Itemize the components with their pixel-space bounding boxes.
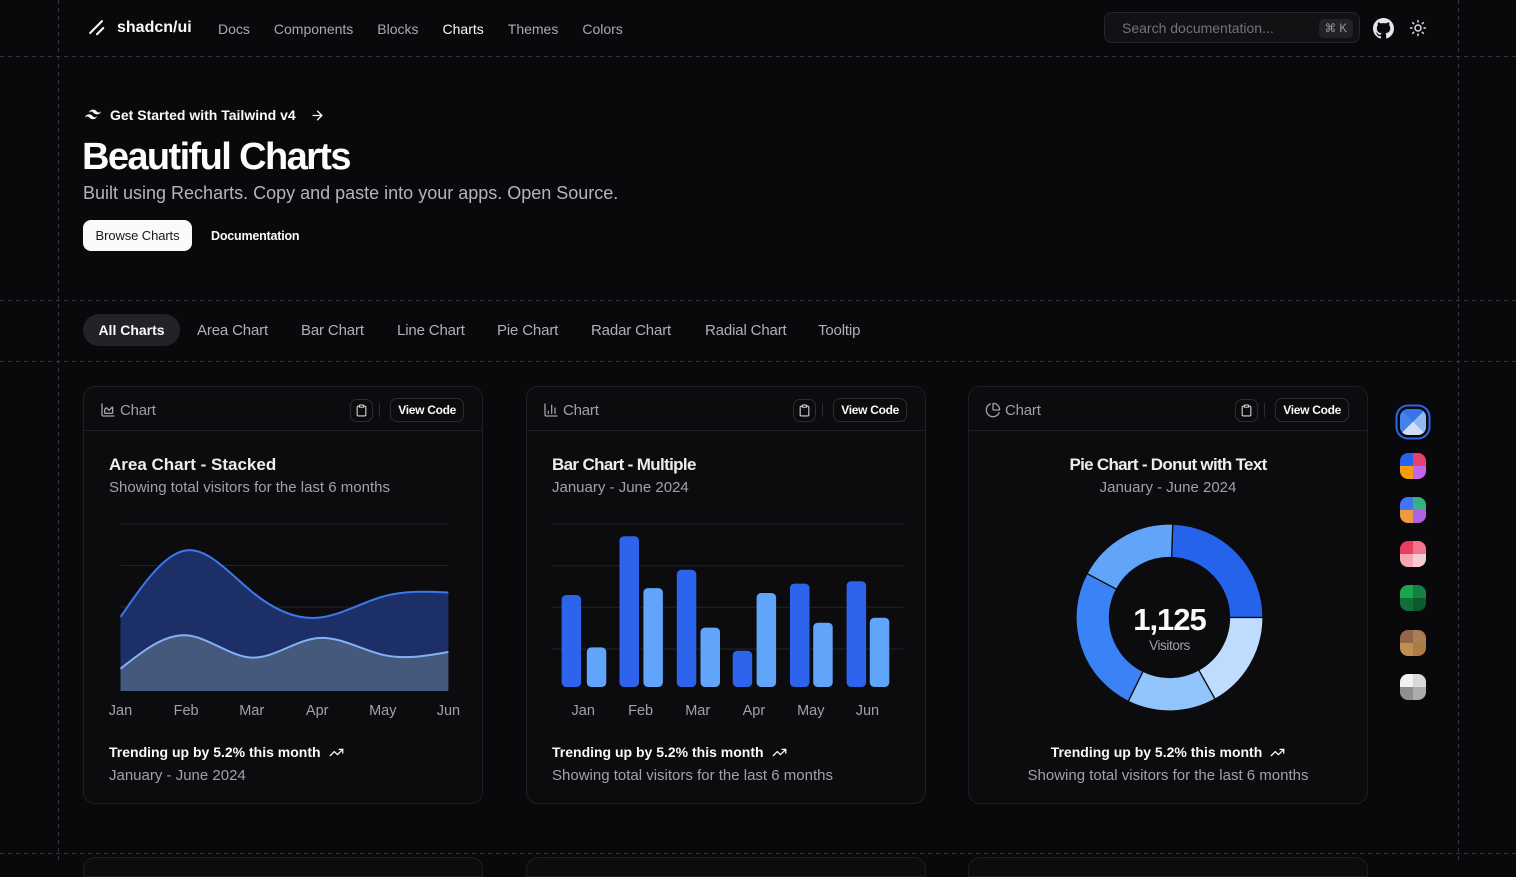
svg-text:Jun: Jun <box>856 703 879 719</box>
svg-text:Visitors: Visitors <box>1149 638 1190 653</box>
svg-text:May: May <box>797 703 825 719</box>
svg-text:Apr: Apr <box>306 703 329 719</box>
svg-text:Mar: Mar <box>239 703 264 719</box>
svg-text:Jun: Jun <box>437 703 460 719</box>
svg-text:Feb: Feb <box>628 703 653 719</box>
svg-text:Apr: Apr <box>743 703 766 719</box>
svg-text:Jan: Jan <box>109 703 132 719</box>
svg-text:May: May <box>369 703 397 719</box>
svg-text:1,125: 1,125 <box>1133 602 1206 637</box>
svg-text:Jan: Jan <box>572 703 595 719</box>
svg-text:Mar: Mar <box>685 703 710 719</box>
svg-text:Feb: Feb <box>174 703 199 719</box>
